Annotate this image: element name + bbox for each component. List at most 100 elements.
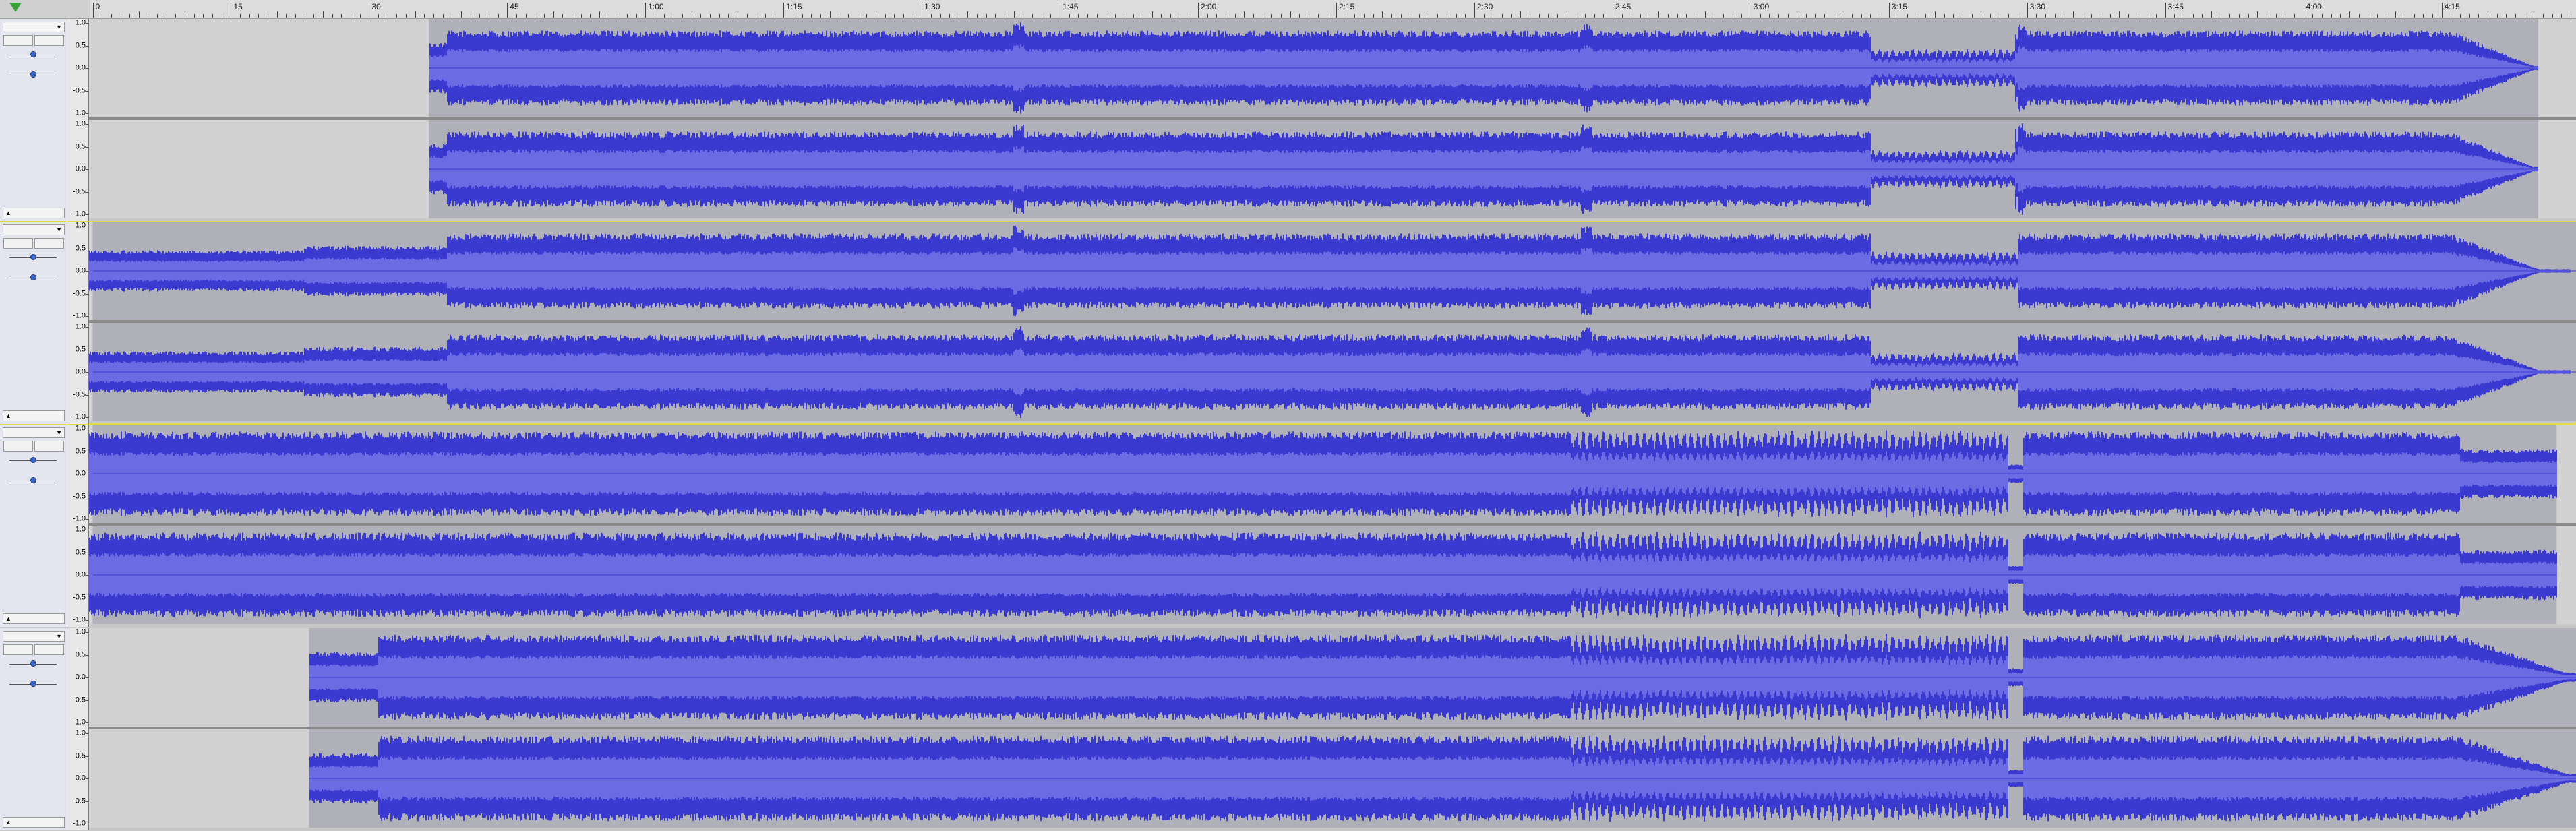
ruler-tick [1925,14,1927,18]
ruler-tick [2469,14,2470,18]
ruler-tick [1520,11,1522,18]
select-track-button[interactable]: ▲ [3,613,65,624]
solo-button[interactable] [34,441,64,452]
pan-thumb[interactable] [30,681,36,687]
audio-track[interactable]: ▼ ▲ 1.0 0.5 0.0 -0.5 -1.0 1.0 0.5 0.0 -0… [0,221,2576,425]
track-name-menu[interactable]: ▼ [3,631,65,642]
pan-slider[interactable] [5,474,61,487]
amplitude-label: 0.0 [75,774,86,782]
collapse-arrow-icon[interactable]: ▲ [5,208,11,218]
pan-slider[interactable] [5,69,61,81]
amplitude-label: -1.0 [73,718,86,727]
ruler-tick [2294,14,2295,18]
ruler-tick [286,14,287,18]
ruler-label: 30 [371,2,381,11]
amplitude-tick [86,756,88,757]
solo-button[interactable] [34,35,64,46]
select-track-button[interactable]: ▲ [3,817,65,828]
solo-button[interactable] [34,238,64,249]
ruler-tick [2459,14,2461,18]
amplitude-label: 0.5 [75,41,86,49]
ruler-tick [2165,3,2166,18]
amplitude-tick [86,113,88,114]
ruler-tick [2331,14,2332,18]
gain-thumb[interactable] [30,254,36,260]
ruler-tick [1805,14,1807,18]
pan-slider[interactable] [5,678,61,690]
gain-thumb[interactable] [30,660,36,667]
amplitude-label: 1.0 [75,221,86,230]
ruler-tick [461,11,462,18]
ruler-tick [2441,3,2443,18]
ruler-tick [829,11,831,18]
ruler-tick [1594,14,1595,18]
ruler-label: 4:15 [2444,2,2460,11]
dropdown-arrow-icon[interactable]: ▼ [56,225,62,235]
ruler-label: 1:00 [648,2,664,11]
amplitude-label: 0.5 [75,447,86,455]
ruler-tick [894,14,895,18]
gain-thumb[interactable] [30,457,36,463]
ruler-label: 4:00 [2306,2,2322,11]
ruler-tick [2515,14,2516,18]
track-control-panel[interactable]: ▼ ▲ [0,19,67,221]
audio-track[interactable]: ▼ ▲ 1.0 0.5 0.0 -0.5 -1.0 1.0 0.5 0.0 -0… [0,19,2576,221]
dropdown-arrow-icon[interactable]: ▼ [56,428,62,437]
waveform-channel-left[interactable] [89,628,2576,727]
waveform-channel-right[interactable] [89,526,2576,624]
dropdown-arrow-icon[interactable]: ▼ [56,632,62,641]
mute-button[interactable] [3,644,33,655]
waveform-channel-left[interactable] [89,222,2576,320]
waveform-channel-left[interactable] [89,425,2576,523]
mute-button[interactable] [3,441,33,452]
ruler-tick [1382,11,1383,18]
timeline-ruler[interactable]: 0 15 30 45 1:00 1:15 1:30 1:45 2:00 2:15 2:30 2:45 3… [0,0,2576,19]
amplitude-label: -1.0 [73,109,86,117]
mute-button[interactable] [3,238,33,249]
waveform-channel-left[interactable] [89,19,2576,117]
select-track-button[interactable]: ▲ [3,208,65,218]
amplitude-label: 0.5 [75,244,86,252]
select-track-button[interactable]: ▲ [3,410,65,421]
gain-slider[interactable] [5,658,61,670]
pan-thumb[interactable] [30,274,36,280]
track-name-menu[interactable]: ▼ [3,22,65,32]
gain-slider[interactable] [5,49,61,61]
solo-button[interactable] [34,644,64,655]
amplitude-tick [86,632,88,633]
amplitude-tick [86,293,88,295]
pan-slider[interactable] [5,272,61,284]
collapse-arrow-icon[interactable]: ▲ [5,411,11,421]
waveform-channel-right[interactable] [89,323,2576,421]
gain-slider[interactable] [5,251,61,264]
track-name-menu[interactable]: ▼ [3,427,65,438]
ruler-tick [1888,3,1890,18]
ruler-ticks: 0 15 30 45 1:00 1:15 1:30 1:45 2:00 2:15 2:30 2:45 3… [0,0,2576,19]
mute-button[interactable] [3,35,33,46]
pan-thumb[interactable] [30,477,36,483]
ruler-tick [1050,14,1052,18]
amplitude-label: 1.0 [75,119,86,128]
track-control-panel[interactable]: ▼ ▲ [0,628,67,830]
collapse-arrow-icon[interactable]: ▲ [5,818,11,827]
dropdown-arrow-icon[interactable]: ▼ [56,22,62,32]
track-name-menu[interactable]: ▼ [3,224,65,235]
gain-thumb[interactable] [30,51,36,57]
track-control-panel[interactable]: ▼ ▲ [0,222,67,424]
collapse-arrow-icon[interactable]: ▲ [5,614,11,623]
track-control-panel[interactable]: ▼ ▲ [0,425,67,627]
ruler-tick [1290,11,1291,18]
ruler-tick [1216,14,1218,18]
waveform-channel-right[interactable] [89,120,2576,218]
ruler-tick [2275,14,2277,18]
ruler-tick [1907,14,1909,18]
ruler-tick [1253,14,1254,18]
audio-track[interactable]: ▼ ▲ 1.0 0.5 0.0 -0.5 -1.0 1.0 0.5 0.0 -0… [0,425,2576,627]
ruler-tick [903,14,904,18]
waveform-channel-right[interactable] [89,729,2576,828]
gain-slider[interactable] [5,454,61,466]
amplitude-label: -0.5 [73,696,86,704]
audio-track[interactable]: ▼ ▲ 1.0 0.5 0.0 -0.5 -1.0 1.0 0.5 0.0 -0… [0,628,2576,830]
pan-thumb[interactable] [30,71,36,78]
ruler-label: 2:15 [1339,2,1355,11]
